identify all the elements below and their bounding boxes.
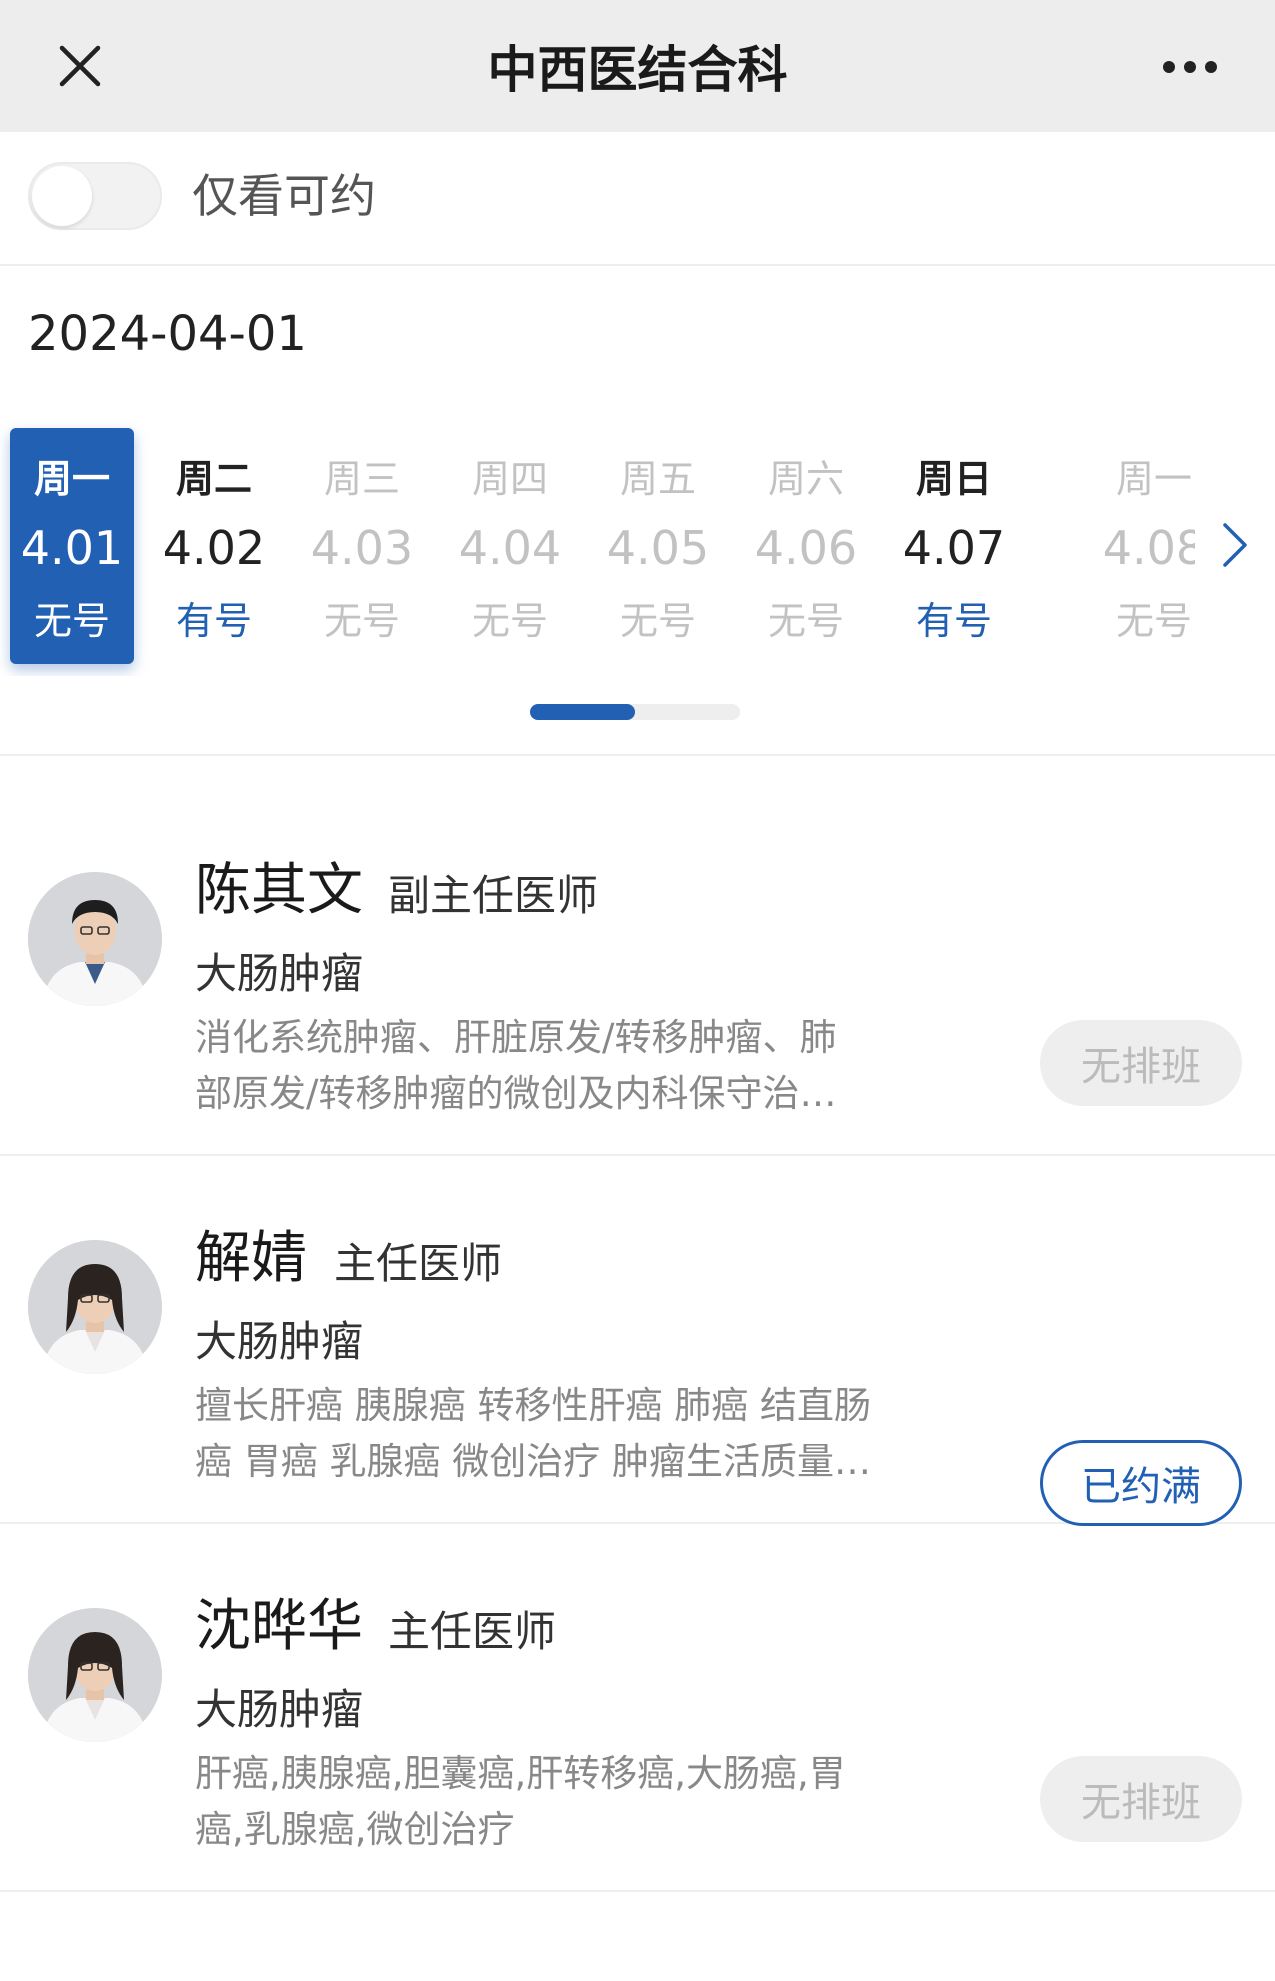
next-days-button[interactable] <box>1205 510 1265 580</box>
day-week: 周日 <box>915 457 992 501</box>
day-week: 周一 <box>1115 457 1192 501</box>
day-availability: 有号 <box>915 599 992 643</box>
day-week: 周一 <box>33 457 110 501</box>
doctor-title: 副主任医师 <box>388 871 599 920</box>
day-item[interactable]: 周二 4.02 有号 <box>152 428 276 664</box>
day-date: 4.03 <box>310 521 414 575</box>
day-item[interactable]: 周五 4.05 无号 <box>596 428 720 664</box>
doctor-name: 陈其文 <box>195 858 363 923</box>
day-scroll-indicator <box>530 704 740 720</box>
day-week: 周六 <box>767 457 844 501</box>
filter-row: 仅看可约 <box>0 132 1275 266</box>
day-availability: 无号 <box>323 599 400 643</box>
doctor-avatar <box>28 1240 162 1374</box>
day-item[interactable]: 周日 4.07 有号 <box>892 428 1016 664</box>
title-bar: 中西医结合科 <box>0 0 1275 132</box>
day-availability: 无号 <box>619 599 696 643</box>
day-date: 4.06 <box>754 521 858 575</box>
doctor-name: 沈晔华 <box>195 1594 363 1659</box>
doctor-title: 主任医师 <box>334 1239 503 1288</box>
chevron-right-icon <box>1223 523 1247 567</box>
day-item[interactable]: 周三 4.03 无号 <box>300 428 424 664</box>
doctor-avatar <box>28 1608 162 1742</box>
doctor-specialty: 肝癌,胰腺癌,胆囊癌,肝转移癌,大肠癌,胃 癌,乳腺癌,微创治疗 <box>195 1752 846 1851</box>
toggle-knob <box>32 166 92 226</box>
no-schedule-button: 无排班 <box>1040 1756 1242 1842</box>
doctor-card[interactable]: 沈晔华 主任医师 大肠肿瘤肝癌,胰腺癌,胆囊癌,肝转移癌,大肠癌,胃 癌,乳腺癌,微… <box>0 1524 1275 1892</box>
doctor-department: 大肠肿瘤 <box>195 1317 364 1366</box>
day-date: 4.04 <box>458 521 562 575</box>
day-week: 周四 <box>471 457 548 501</box>
day-week: 周三 <box>323 457 400 501</box>
selected-date: 2024-04-01 <box>28 306 307 362</box>
doctor-specialty: 消化系统肿瘤、肝脏原发/转移肿瘤、肺 部原发/转移肿瘤的微创及内科保守治… <box>195 1016 837 1115</box>
toggle-label: 仅看可约 <box>192 169 376 223</box>
close-icon <box>59 45 101 87</box>
doctor-department: 大肠肿瘤 <box>195 1685 364 1734</box>
day-week: 周五 <box>619 457 696 501</box>
doctor-specialty: 擅长肝癌 胰腺癌 转移性肝癌 肺癌 结直肠 癌 胃癌 乳腺癌 微创治疗 肿瘤生活… <box>195 1384 872 1483</box>
day-availability: 无号 <box>471 599 548 643</box>
day-date: 4.01 <box>20 521 124 575</box>
doctor-department: 大肠肿瘤 <box>195 949 364 998</box>
fully-booked-button[interactable]: 已约满 <box>1040 1440 1242 1526</box>
day-item[interactable]: 周六 4.06 无号 <box>744 428 868 664</box>
doctor-name: 解婧 <box>195 1226 307 1291</box>
day-availability: 无号 <box>33 599 110 643</box>
day-availability: 有号 <box>175 599 252 643</box>
more-horizontal-icon <box>1163 61 1217 73</box>
day-date: 4.05 <box>606 521 710 575</box>
no-schedule-button: 无排班 <box>1040 1020 1242 1106</box>
doctor-title: 主任医师 <box>388 1607 557 1656</box>
day-availability: 无号 <box>1115 599 1192 643</box>
doctor-card[interactable]: 陈其文 副主任医师 大肠肿瘤消化系统肿瘤、肝脏原发/转移肿瘤、肺 部原发/转移肿瘤的… <box>0 788 1275 1156</box>
day-date: 4.08 <box>1102 521 1195 575</box>
day-selector: 周一 4.01 无号 周二 4.02 有号 周三 4.03 无号 周四 4.04 无号 周五 4.05 无号… <box>0 416 1195 676</box>
day-date: 4.07 <box>902 521 1006 575</box>
available-only-toggle[interactable] <box>28 162 162 230</box>
doctor-card[interactable]: 解婧 主任医师大肠肿瘤擅长肝癌 胰腺癌 转移性肝癌 肺癌 结直肠 癌 胃癌 乳腺癌… <box>0 1156 1275 1526</box>
doctor-avatar <box>28 872 162 1006</box>
day-week: 周二 <box>175 457 252 501</box>
day-item[interactable]: 周四 4.04 无号 <box>448 428 572 664</box>
day-scroll-thumb <box>530 704 635 720</box>
page-title: 中西医结合科 <box>487 41 788 99</box>
more-button[interactable] <box>1150 42 1230 92</box>
day-date: 4.02 <box>162 521 266 575</box>
close-button[interactable] <box>48 38 112 94</box>
day-item[interactable]: 周一 4.08 无号 <box>1092 428 1195 664</box>
day-availability: 无号 <box>767 599 844 643</box>
day-item[interactable]: 周一 4.01 无号 <box>10 428 134 664</box>
divider <box>0 754 1275 756</box>
